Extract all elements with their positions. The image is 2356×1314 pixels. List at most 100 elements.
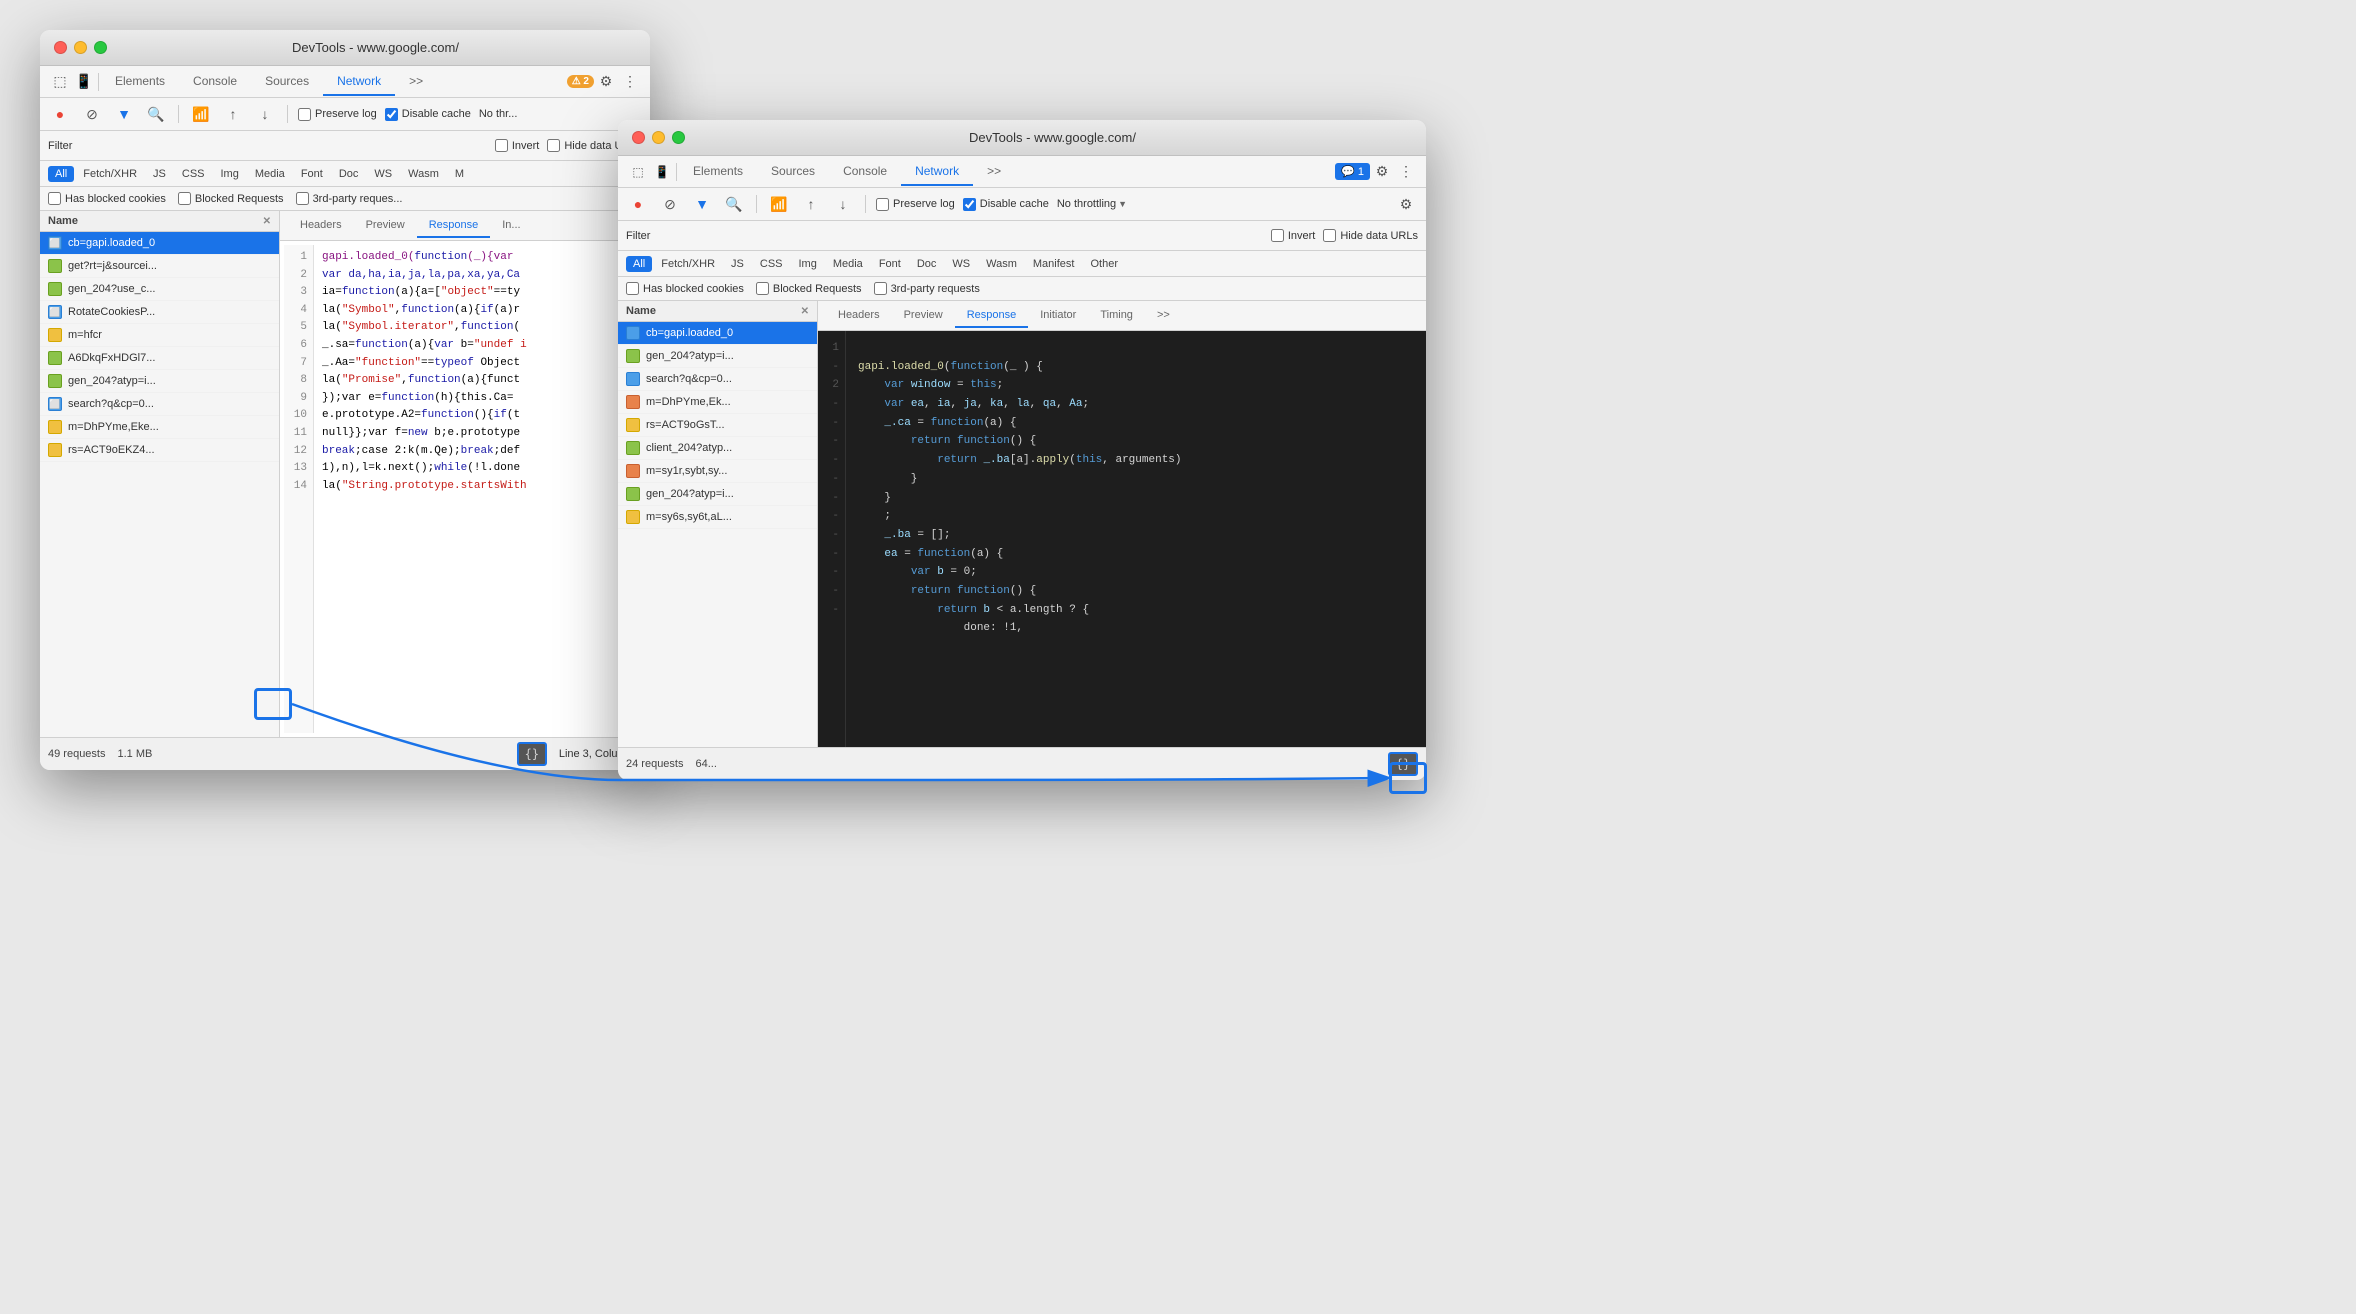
list-item[interactable]: client_204?atyp...	[618, 437, 817, 460]
list-item[interactable]: ⬜ RotateCookiesP...	[40, 301, 279, 324]
filter-icon-2[interactable]: ▼	[690, 192, 714, 216]
hide-data-urls-checkbox-1[interactable]	[547, 139, 560, 152]
type-doc-1[interactable]: Doc	[332, 166, 366, 182]
filter-icon-1[interactable]: ▼	[112, 102, 136, 126]
type-media-2[interactable]: Media	[826, 256, 870, 272]
response-tab-2[interactable]: Response	[955, 304, 1029, 328]
blocked-requests-checkbox-1[interactable]	[178, 192, 191, 205]
third-party-checkbox-1[interactable]	[296, 192, 309, 205]
type-js-2[interactable]: JS	[724, 256, 751, 272]
preserve-log-checkbox-1[interactable]	[298, 108, 311, 121]
tab-console-1[interactable]: Console	[179, 68, 251, 96]
list-item[interactable]: search?q&cp=0...	[618, 368, 817, 391]
invert-label-1[interactable]: Invert	[495, 139, 540, 152]
minimize-button-1[interactable]	[74, 41, 87, 54]
type-wasm-2[interactable]: Wasm	[979, 256, 1024, 272]
list-item[interactable]: ⬜ cb=gapi.loaded_0	[40, 232, 279, 255]
minimize-button-2[interactable]	[652, 131, 665, 144]
hide-data-urls-checkbox-2[interactable]	[1323, 229, 1336, 242]
preserve-log-label-2[interactable]: Preserve log	[876, 198, 955, 211]
type-css-1[interactable]: CSS	[175, 166, 212, 182]
type-all-2[interactable]: All	[626, 256, 652, 272]
list-item[interactable]: m=sy6s,sy6t,aL...	[618, 506, 817, 529]
type-wasm-1[interactable]: Wasm	[401, 166, 446, 182]
blocked-requests-label-1[interactable]: Blocked Requests	[178, 192, 284, 205]
has-blocked-cookies-2[interactable]	[626, 282, 639, 295]
type-manifest-2[interactable]: Manifest	[1026, 256, 1082, 272]
maximize-button-1[interactable]	[94, 41, 107, 54]
network-conditions-icon-1[interactable]: 📶	[189, 102, 213, 126]
has-blocked-cookies-label-2[interactable]: Has blocked cookies	[626, 282, 744, 295]
third-party-checkbox-2[interactable]	[874, 282, 887, 295]
invert-checkbox-1[interactable]	[495, 139, 508, 152]
block-requests-icon-1[interactable]: ⊘	[80, 102, 104, 126]
type-other-2[interactable]: Other	[1083, 256, 1125, 272]
disable-cache-checkbox-2[interactable]	[963, 198, 976, 211]
list-item[interactable]: ⬜ search?q&cp=0...	[40, 393, 279, 416]
import-icon-2[interactable]: ↑	[799, 192, 823, 216]
type-css-2[interactable]: CSS	[753, 256, 790, 272]
list-item[interactable]: A6DkqFxHDGl7...	[40, 347, 279, 370]
type-img-1[interactable]: Img	[214, 166, 246, 182]
list-item[interactable]: gen_204?atyp=i...	[618, 483, 817, 506]
type-font-2[interactable]: Font	[872, 256, 908, 272]
timing-tab-2[interactable]: Timing	[1088, 304, 1145, 328]
list-item[interactable]: m=DhPYme,Ek...	[618, 391, 817, 414]
tab-more-2[interactable]: >>	[973, 158, 1015, 186]
list-item[interactable]: gen_204?atyp=i...	[40, 370, 279, 393]
disable-cache-checkbox-1[interactable]	[385, 108, 398, 121]
maximize-button-2[interactable]	[672, 131, 685, 144]
preserve-log-label-1[interactable]: Preserve log	[298, 108, 377, 121]
type-ws-1[interactable]: WS	[367, 166, 399, 182]
hide-data-urls-label-2[interactable]: Hide data URLs	[1323, 229, 1418, 242]
code-area-1[interactable]: 12345 678910 11121314 gapi.loaded_0(func…	[280, 241, 650, 737]
tab-sources-1[interactable]: Sources	[251, 68, 323, 96]
search-icon-2[interactable]: 🔍	[722, 192, 746, 216]
preview-tab-1[interactable]: Preview	[354, 214, 417, 238]
type-doc-2[interactable]: Doc	[910, 256, 944, 272]
tab-console-2[interactable]: Console	[829, 158, 901, 186]
code-content-2[interactable]: 1 - 2 - - - - - - - - - - - - gap	[818, 331, 1426, 747]
type-all-1[interactable]: All	[48, 166, 74, 182]
headers-tab-1[interactable]: Headers	[288, 214, 354, 238]
third-party-label-2[interactable]: 3rd-party requests	[874, 282, 980, 295]
cursor-tool-icon[interactable]: ⬚	[48, 70, 72, 94]
type-font-1[interactable]: Font	[294, 166, 330, 182]
export-icon-2[interactable]: ↓	[831, 192, 855, 216]
blocked-requests-label-2[interactable]: Blocked Requests	[756, 282, 862, 295]
preview-tab-2[interactable]: Preview	[892, 304, 955, 328]
close-list-icon-1[interactable]: ✕	[263, 216, 271, 227]
response-tab-1[interactable]: Response	[417, 214, 491, 238]
record-icon-1[interactable]: ●	[48, 102, 72, 126]
network-settings-icon-2[interactable]: ⚙	[1394, 192, 1418, 216]
settings-icon-1[interactable]: ⚙	[594, 70, 618, 94]
type-ws-2[interactable]: WS	[945, 256, 977, 272]
block-requests-icon-2[interactable]: ⊘	[658, 192, 682, 216]
tab-more-1[interactable]: >>	[395, 68, 437, 96]
type-js-1[interactable]: JS	[146, 166, 173, 182]
close-list-icon-2[interactable]: ✕	[801, 306, 809, 317]
tab-network-2[interactable]: Network	[901, 158, 973, 186]
tab-elements-2[interactable]: Elements	[679, 158, 757, 186]
network-conditions-icon-2[interactable]: 📶	[767, 192, 791, 216]
list-item[interactable]: cb=gapi.loaded_0	[618, 322, 817, 345]
blocked-requests-checkbox-2[interactable]	[756, 282, 769, 295]
list-item[interactable]: rs=ACT9oGsT...	[618, 414, 817, 437]
type-img-2[interactable]: Img	[792, 256, 824, 272]
list-item[interactable]: gen_204?use_c...	[40, 278, 279, 301]
list-item[interactable]: get?rt=j&sourcei...	[40, 255, 279, 278]
more-tab-2[interactable]: >>	[1145, 304, 1182, 328]
list-item[interactable]: m=hfcr	[40, 324, 279, 347]
tab-sources-2[interactable]: Sources	[757, 158, 829, 186]
close-button-1[interactable]	[54, 41, 67, 54]
format-button-1[interactable]: {}	[517, 742, 547, 766]
disable-cache-label-1[interactable]: Disable cache	[385, 108, 471, 121]
initiator-tab-2[interactable]: Initiator	[1028, 304, 1088, 328]
tab-elements-1[interactable]: Elements	[101, 68, 179, 96]
type-fetch-2[interactable]: Fetch/XHR	[654, 256, 722, 272]
type-media-1[interactable]: Media	[248, 166, 292, 182]
invert-checkbox-2[interactable]	[1271, 229, 1284, 242]
type-more-1[interactable]: M	[448, 166, 471, 182]
tab-network-1[interactable]: Network	[323, 68, 395, 96]
has-blocked-cookies-1[interactable]	[48, 192, 61, 205]
